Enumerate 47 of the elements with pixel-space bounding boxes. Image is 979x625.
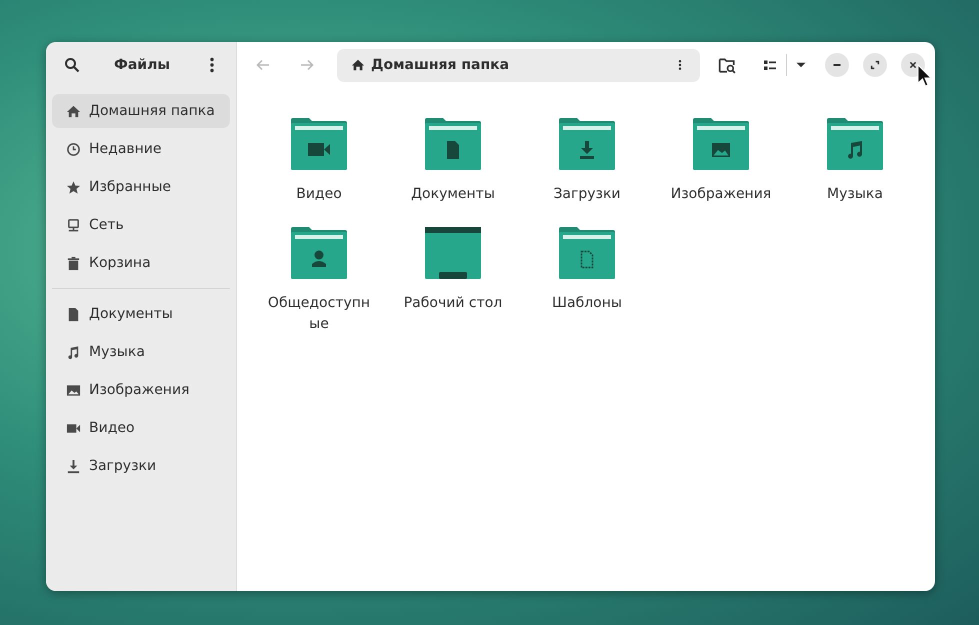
home-icon — [66, 104, 81, 118]
sidebar-item[interactable]: Корзина — [52, 246, 230, 280]
sidebar-item[interactable]: Изображения — [52, 373, 230, 407]
network-icon — [66, 218, 81, 232]
clock-icon — [66, 142, 81, 156]
folder-item[interactable]: Изображения — [654, 118, 788, 227]
trash-icon — [66, 256, 81, 270]
maximize-button[interactable] — [863, 53, 887, 77]
sidebar-item[interactable]: Видео — [52, 411, 230, 445]
folder-item[interactable]: Загрузки — [520, 118, 654, 227]
folder-item[interactable]: Рабочий стол — [386, 227, 520, 336]
close-icon — [907, 59, 919, 71]
image-folder-icon — [693, 118, 749, 170]
sidebar-item[interactable]: Документы — [52, 297, 230, 331]
sidebar-item[interactable]: Загрузки — [52, 449, 230, 483]
folder-item[interactable]: Музыка — [788, 118, 922, 227]
star-icon — [66, 180, 81, 194]
location-bar[interactable]: Домашняя папка — [337, 48, 700, 82]
template-folder-icon — [559, 227, 615, 279]
desktop-folder-icon — [425, 227, 481, 279]
minimize-button[interactable] — [825, 53, 849, 77]
sidebar-item[interactable]: Сеть — [52, 208, 230, 242]
search-icon — [64, 57, 80, 73]
sidebar-item[interactable]: Домашняя папка — [52, 94, 230, 128]
home-icon — [351, 58, 365, 72]
sidebar-item[interactable]: Недавние — [52, 132, 230, 166]
maximize-icon — [869, 59, 881, 71]
minimize-icon — [833, 64, 841, 66]
folder-item[interactable]: Общедоступные — [252, 227, 386, 336]
document-icon — [66, 306, 81, 322]
sidebar-item[interactable]: Музыка — [52, 335, 230, 369]
document-folder-icon — [425, 118, 481, 170]
download-folder-icon — [559, 118, 615, 170]
app-title: Файлы — [114, 57, 170, 73]
sidebar-item[interactable]: Избранные — [52, 170, 230, 204]
person-folder-icon — [291, 227, 347, 279]
video-folder-icon — [291, 118, 347, 170]
image-icon — [66, 382, 81, 398]
back-icon — [255, 57, 271, 73]
folder-item[interactable]: Видео — [252, 118, 386, 227]
music-note-icon — [66, 344, 81, 360]
folder-item[interactable]: Документы — [386, 118, 520, 227]
forward-icon — [299, 57, 315, 73]
music-folder-icon — [827, 118, 883, 170]
download-icon — [66, 458, 81, 474]
folder-search-icon — [718, 56, 736, 74]
folder-item[interactable]: Шаблоны — [520, 227, 654, 336]
